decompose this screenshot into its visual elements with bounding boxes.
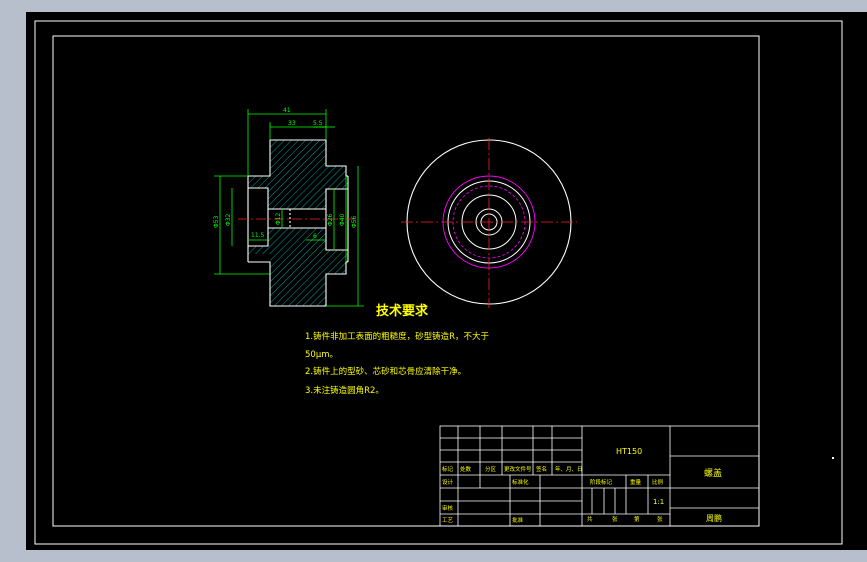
- tb-scale-value: 1:1: [653, 498, 664, 506]
- tb-scale: 比例: [652, 478, 664, 486]
- dim-hub-length: 33: [288, 120, 296, 127]
- dim-bore-depth: 11.5: [251, 232, 265, 239]
- tb-stage-mark: 阶段标记: [590, 478, 613, 486]
- note-line-3: 2.铸件上的型砂、芯砂和芯骨应清除干净。: [305, 366, 466, 377]
- tb-page: 第: [634, 515, 640, 523]
- tb-part-name: 螺盖: [704, 467, 722, 479]
- dim-bore: Φ12: [275, 212, 282, 225]
- notes-title: 技术要求: [376, 303, 429, 319]
- corner-dot: [832, 457, 834, 459]
- tb-process: 工艺: [442, 517, 454, 524]
- tb-date: 年、月、日: [555, 465, 583, 473]
- tb-standardize: 标准化: [512, 478, 529, 486]
- inner-frame: [52, 35, 760, 527]
- section-hatch-upper: [248, 140, 348, 209]
- tb-review: 审核: [442, 504, 454, 512]
- tb-sheet-1: 张: [612, 515, 618, 523]
- dim-right-mid: Φ40: [339, 213, 346, 226]
- note-line-4: 3.未注铸造圆角R2。: [305, 385, 384, 396]
- dim-overall-length: 41: [283, 107, 291, 114]
- dim-inner-step: 6: [313, 233, 317, 240]
- dim-left-inner: Φ32: [225, 213, 232, 226]
- outer-frame: [34, 20, 843, 545]
- tb-total: 共: [587, 515, 593, 523]
- dim-left-outer: Φ53: [213, 215, 220, 228]
- note-line-2: 50μm。: [305, 350, 338, 360]
- tb-change-doc: 更改文件号: [504, 465, 532, 473]
- tb-weight: 重量: [630, 478, 642, 486]
- cad-viewport: 41 33 5.5 11.5 6 Φ53 Φ32 Φ12 Φ26 Φ40 Φ56: [0, 0, 867, 562]
- tb-sheet-2: 张: [657, 515, 663, 523]
- tb-material: HT150: [616, 447, 642, 456]
- dim-step-length: 5.5: [313, 120, 323, 127]
- drawing-svg: 41 33 5.5 11.5 6 Φ53 Φ32 Φ12 Φ26 Φ40 Φ56: [34, 20, 843, 545]
- tb-design: 设计: [442, 478, 454, 486]
- dim-right-outer: Φ56: [351, 215, 358, 228]
- top-view: [401, 138, 577, 308]
- dim-right-inner: Φ26: [327, 213, 334, 226]
- tb-signature: 周鹏: [706, 513, 722, 523]
- technical-notes: 技术要求 1.铸件非加工表面的粗糙度，砂型铸造R，不大于 50μm。 2.铸件上…: [305, 303, 490, 396]
- tb-count: 处数: [460, 465, 472, 473]
- tb-sign: 签名: [536, 465, 547, 473]
- tb-approve: 批准: [512, 516, 524, 524]
- tb-mark: 标记: [442, 465, 454, 473]
- note-line-1: 1.铸件非加工表面的粗糙度，砂型铸造R，不大于: [305, 331, 490, 342]
- tb-zone: 分区: [485, 465, 497, 473]
